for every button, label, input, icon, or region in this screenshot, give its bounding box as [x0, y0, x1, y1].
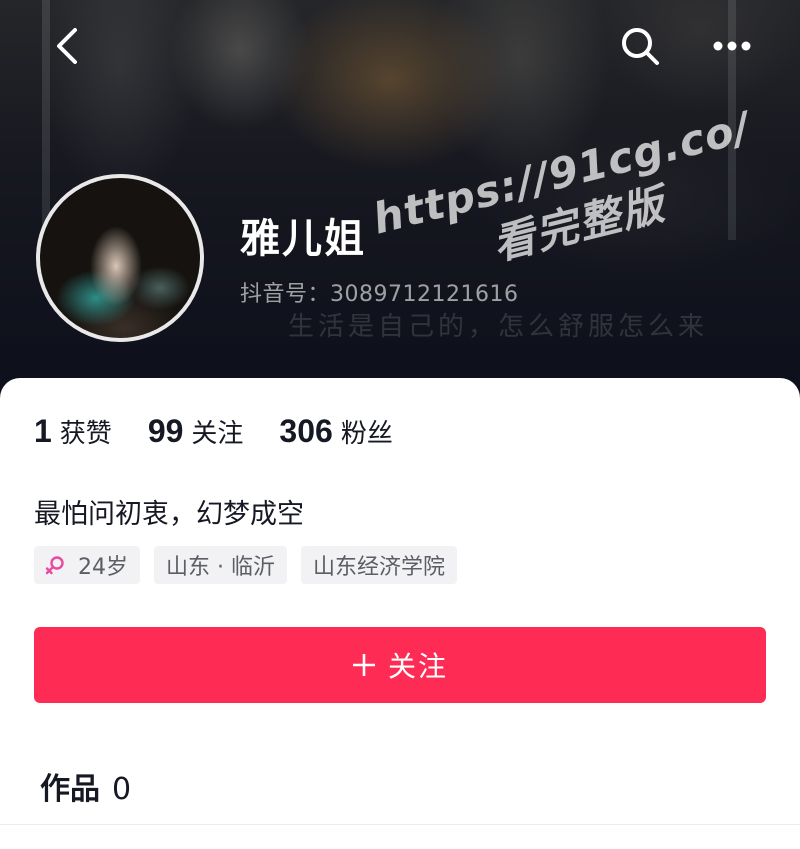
- stat-likes[interactable]: 1 获赞: [34, 413, 112, 450]
- search-button[interactable]: [614, 20, 666, 72]
- search-icon: [622, 28, 659, 65]
- more-dots-icon: [713, 41, 751, 51]
- stat-label: 获赞: [59, 419, 112, 449]
- works-label: 作品: [40, 772, 100, 807]
- stat-following[interactable]: 99 关注: [148, 413, 244, 450]
- stat-followers[interactable]: 306 粉丝: [279, 413, 392, 450]
- douyin-id[interactable]: 抖音号：3089712121616: [240, 276, 518, 308]
- age-label: 24岁: [78, 555, 128, 580]
- stat-label: 关注: [191, 419, 244, 449]
- stats-row: 1 获赞 99 关注 306 粉丝: [34, 413, 429, 450]
- plus-icon: [352, 653, 376, 677]
- cover-signature: 生活是自己的，怎么舒服怎么来: [288, 312, 709, 342]
- location-label: 山东 · 临沂: [166, 555, 275, 580]
- stat-number: 306: [279, 413, 333, 449]
- location-tag: 山东 · 临沂: [154, 546, 287, 584]
- stat-number: 1: [34, 413, 52, 449]
- stat-number: 99: [147, 413, 184, 449]
- female-icon: [44, 554, 66, 576]
- profile-tags: 24岁 山东 · 临沂 山东经济学院: [34, 546, 471, 584]
- profile-cover: 雅儿姐 抖音号：3089712121616 生活是自己的，怎么舒服怎么来 htt…: [0, 0, 800, 400]
- age-tag: 24岁: [34, 546, 140, 584]
- stat-label: 粉丝: [340, 419, 393, 449]
- nickname: 雅儿姐: [240, 216, 366, 262]
- follow-button[interactable]: 关注: [34, 627, 766, 703]
- profile-card: 1 获赞 99 关注 306 粉丝 最怕问初衷，幻梦成空 24岁 山东 · 临沂: [0, 378, 800, 849]
- tab-works[interactable]: 作品 0: [40, 764, 131, 808]
- school-tag: 山东经济学院: [300, 546, 457, 584]
- bio-text: 最怕问初衷，幻梦成空: [34, 499, 304, 530]
- more-button[interactable]: [706, 20, 758, 72]
- follow-label: 关注: [387, 650, 448, 683]
- back-button[interactable]: [42, 20, 94, 72]
- chevron-left-icon: [57, 28, 77, 64]
- works-count: 0: [112, 772, 132, 807]
- school-label: 山东经济学院: [312, 555, 445, 580]
- divider: [0, 824, 800, 825]
- avatar[interactable]: [36, 174, 204, 342]
